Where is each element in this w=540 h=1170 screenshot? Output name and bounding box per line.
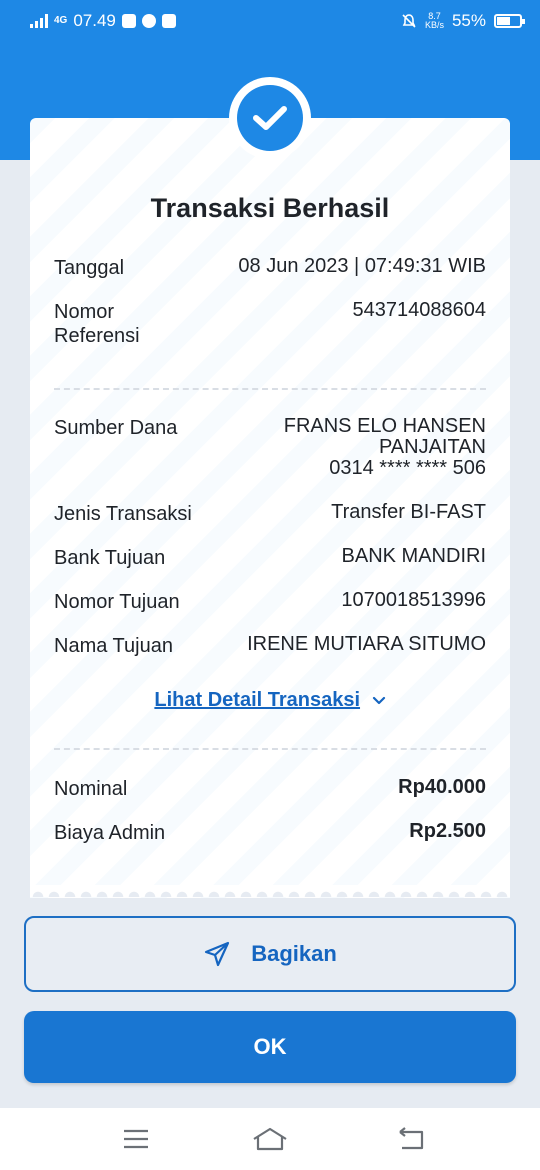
- check-icon: [253, 106, 287, 130]
- row-value: 1070018513996: [341, 589, 486, 611]
- notification-icon: [121, 14, 136, 28]
- detail-link[interactable]: Lihat Detail Transaksi: [0, 689, 540, 712]
- success-badge: [229, 77, 311, 159]
- mute-icon: [402, 14, 416, 28]
- source-name-line1: FRANS ELO HANSEN: [283, 415, 486, 437]
- row-label: Nomor Referensi: [54, 301, 140, 347]
- receipt-edge: [30, 885, 510, 897]
- row-value: Transfer BI-FAST: [331, 501, 486, 523]
- row-value: Rp2.500: [409, 820, 486, 842]
- ok-button-label: OK: [253, 1034, 287, 1059]
- status-bar: 4G 07.49 8.7 KB/s 55%: [0, 0, 540, 44]
- clock: 07.49: [73, 11, 116, 30]
- signal-icon: [30, 14, 48, 28]
- battery-icon: [494, 14, 525, 28]
- send-icon: [205, 941, 230, 967]
- battery-percent: 55%: [451, 11, 486, 30]
- navigation-bar: [0, 1108, 540, 1170]
- share-button[interactable]: Bagikan: [24, 916, 516, 992]
- share-button-label: Bagikan: [251, 941, 337, 966]
- row-value: FRANS ELO HANSEN PANJAITAN 0314 **** ***…: [156, 416, 486, 479]
- row-value: 543714088604: [352, 299, 486, 321]
- source-name-line2: PANJAITAN: [378, 436, 486, 458]
- row-value: BANK MANDIRI: [341, 545, 486, 567]
- source-account: 0314 **** **** 506: [329, 457, 486, 479]
- divider: [54, 748, 486, 750]
- row-value: Rp40.000: [398, 776, 486, 798]
- net-speed-unit: KB/s: [424, 20, 444, 30]
- chevron-down-icon[interactable]: [372, 696, 386, 706]
- home-icon[interactable]: [252, 1126, 288, 1152]
- back-icon[interactable]: [396, 1126, 428, 1152]
- divider: [54, 388, 486, 390]
- page-title: Transaksi Berhasil: [150, 193, 390, 223]
- network-type: 4G: [54, 15, 68, 26]
- menu-icon[interactable]: [120, 1126, 152, 1152]
- row-value: IRENE MUTIARA SITUMO: [247, 633, 486, 655]
- row-value: 08 Jun 2023 | 07:49:31 WIB: [238, 255, 486, 277]
- net-speed: 8.7 KB/s: [425, 12, 444, 30]
- detail-link-label[interactable]: Lihat Detail Transaksi: [154, 689, 360, 711]
- sync-icon: [141, 14, 156, 28]
- message-icon: [161, 14, 176, 28]
- ok-button[interactable]: OK: [24, 1011, 516, 1083]
